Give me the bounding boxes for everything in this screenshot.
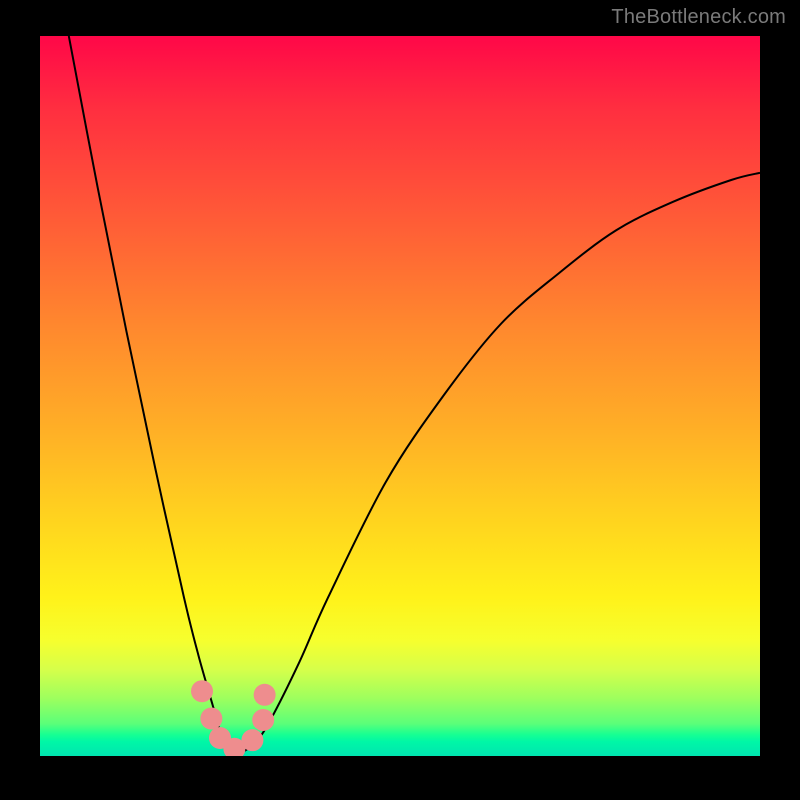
bottleneck-curve	[69, 36, 760, 754]
curve-marker	[200, 708, 222, 730]
curve-marker	[254, 684, 276, 706]
plot-area	[40, 36, 760, 756]
curve-marker	[191, 680, 213, 702]
chart-frame: TheBottleneck.com	[0, 0, 800, 800]
bottleneck-curve-svg	[40, 36, 760, 756]
watermark-text: TheBottleneck.com	[611, 6, 786, 29]
curve-marker	[252, 709, 274, 731]
curve-marker	[241, 729, 263, 751]
marker-group	[191, 680, 276, 756]
